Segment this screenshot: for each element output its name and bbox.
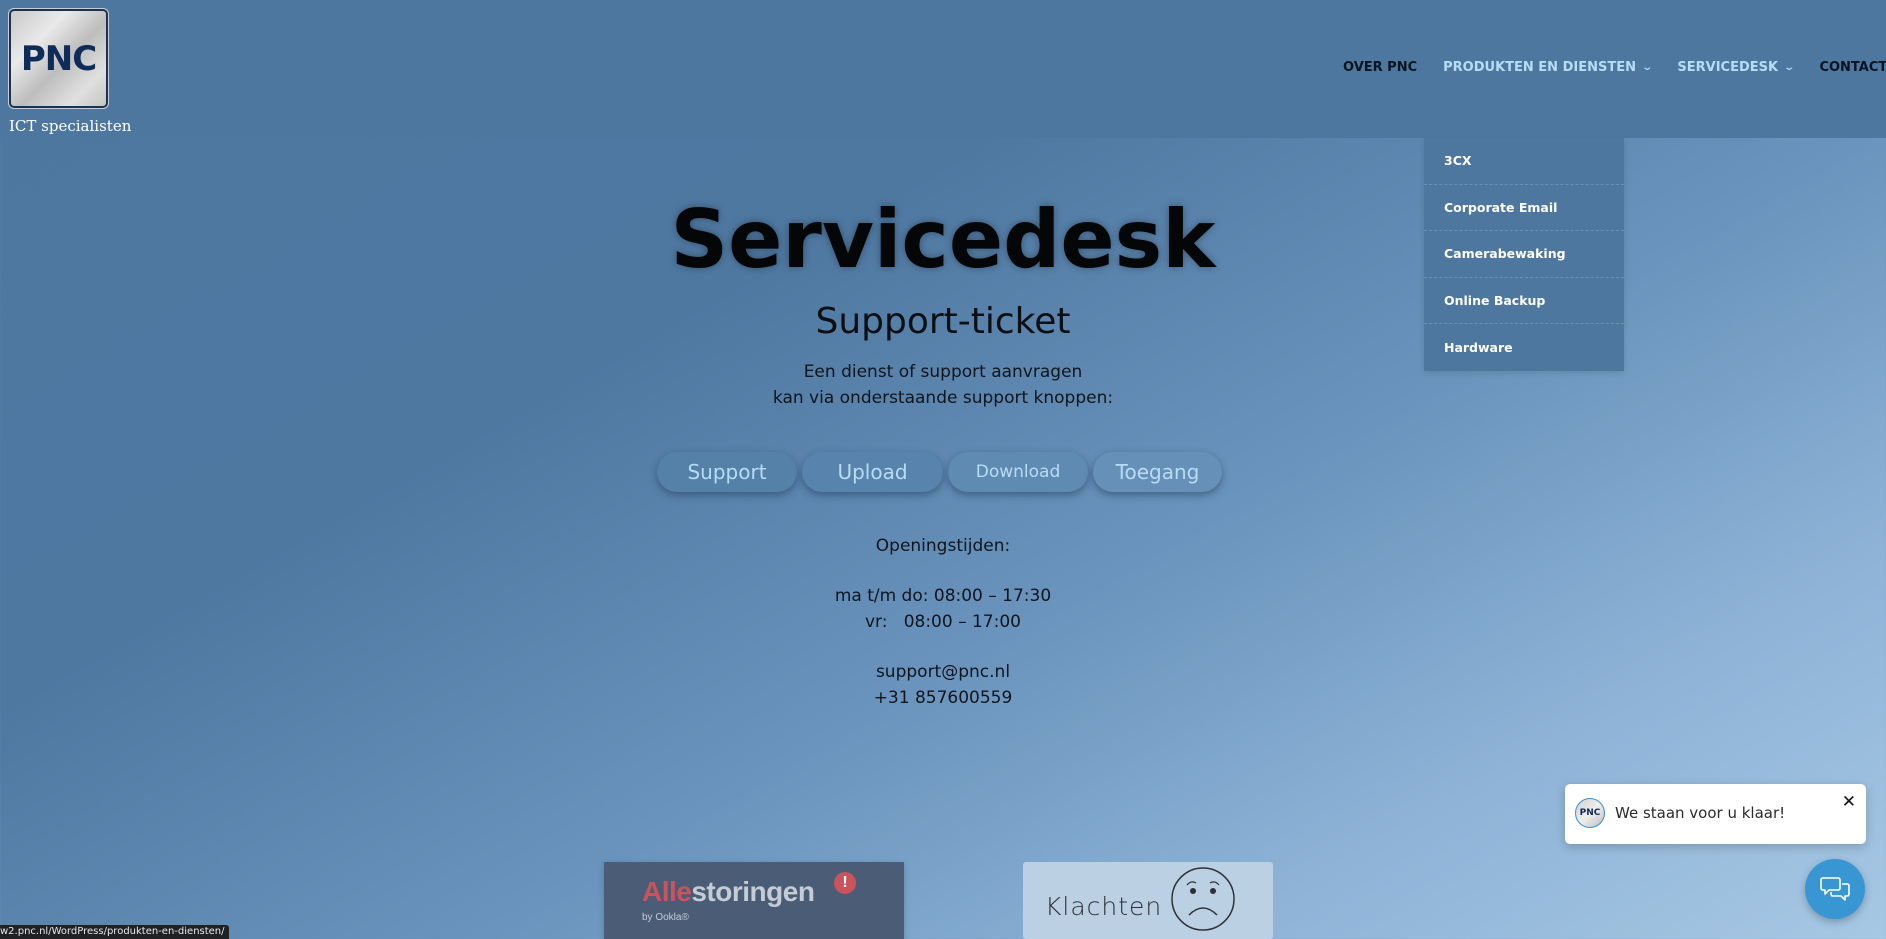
intro-text: Een dienst of support aanvragen kan via … (0, 359, 1886, 411)
logo-text: PNC (20, 38, 97, 79)
main-nav: OVER PNC PRODUKTEN EN DIENSTEN ⌄ SERVICE… (1343, 60, 1886, 75)
support-button[interactable]: Support (657, 452, 797, 492)
tagline: ICT specialisten (9, 117, 132, 135)
support-buttons: Support Upload Download Toegang (657, 452, 1227, 492)
hours-fri: vr: 08:00 – 17:00 (865, 612, 1021, 632)
open-chat-button[interactable] (1805, 859, 1865, 919)
klachten-label: Klachten (1045, 892, 1163, 921)
upload-button[interactable]: Upload (802, 452, 943, 492)
support-phone[interactable]: +31 857600559 (0, 685, 1886, 711)
contact-info: Openingstijden: ma t/m do: 08:00 – 17:30… (0, 533, 1886, 711)
opening-hours-label: Openingstijden: (875, 536, 1011, 556)
status-bar-url: w2.pnc.nl/WordPress/produkten-en-dienste… (0, 925, 229, 939)
intro-line: kan via onderstaande support knoppen: (772, 388, 1114, 408)
nav-label: SERVICEDESK (1677, 60, 1779, 75)
chat-bubbles-icon (1820, 877, 1850, 901)
nav-label: OVER PNC (1343, 60, 1418, 75)
close-icon[interactable]: ✕ (1842, 792, 1856, 812)
download-button[interactable]: Download (948, 452, 1088, 492)
hours-mon-thu: ma t/m do: 08:00 – 17:30 (834, 586, 1052, 606)
allestoringen-banner[interactable]: Allestoringen ! by Ookla® (604, 862, 904, 939)
intro-line: Een dienst of support aanvragen (803, 362, 1083, 382)
klachten-banner[interactable]: Klachten (1023, 862, 1273, 939)
sad-face-icon (1171, 867, 1235, 931)
chevron-down-icon: ⌄ (1641, 62, 1654, 73)
nav-item-contact[interactable]: CONTACT (1819, 60, 1886, 75)
chat-popup[interactable]: PNC We staan voor u klaar! ✕ (1565, 784, 1866, 844)
by-ookla-text: by Ookla® (642, 912, 689, 923)
nav-item-produkten-en-diensten[interactable]: PRODUKTEN EN DIENSTEN ⌄ (1443, 60, 1654, 75)
page-title: Servicedesk (670, 193, 1216, 286)
nav-item-servicedesk[interactable]: SERVICEDESK ⌄ (1677, 60, 1796, 75)
pnc-logo[interactable]: PNC (8, 8, 109, 109)
nav-item-over-pnc[interactable]: OVER PNC (1343, 60, 1417, 75)
nav-label: PRODUKTEN EN DIENSTEN (1443, 60, 1636, 75)
page-subtitle: Support-ticket (815, 301, 1071, 342)
toegang-button[interactable]: Toegang (1093, 452, 1222, 492)
exclamation-icon: ! (834, 872, 856, 894)
dropdown-item-3cx[interactable]: 3CX (1424, 138, 1624, 185)
chat-message: We staan voor u klaar! (1615, 804, 1786, 822)
nav-label: CONTACT (1819, 60, 1886, 75)
chevron-down-icon: ⌄ (1783, 62, 1796, 73)
site-header: PNC ICT specialisten OVER PNC PRODUKTEN … (0, 0, 1886, 138)
support-email[interactable]: support@pnc.nl (0, 659, 1886, 685)
chat-avatar: PNC (1575, 798, 1605, 828)
allestoringen-logo: Allestoringen (642, 876, 815, 907)
